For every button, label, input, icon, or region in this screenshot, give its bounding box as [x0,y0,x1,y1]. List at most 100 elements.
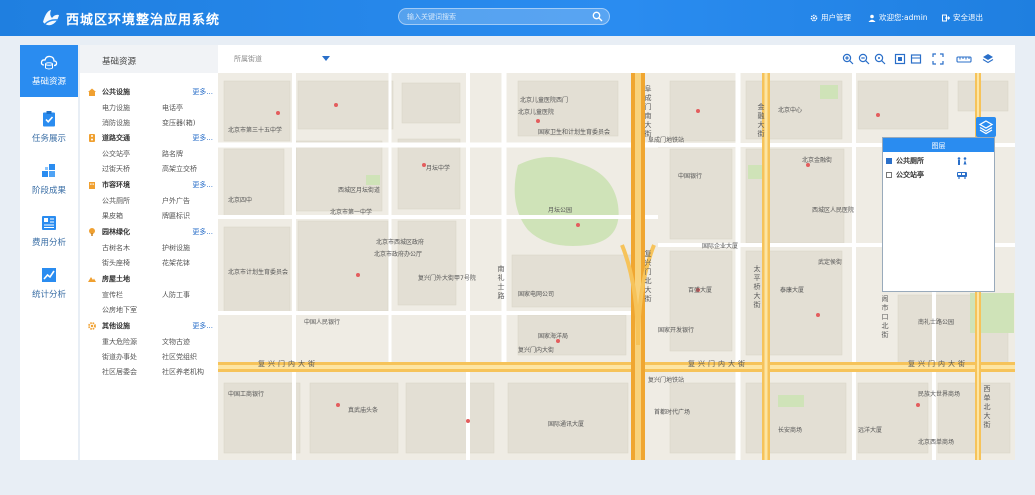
more-link[interactable]: 更多... [192,87,213,97]
measure-icon[interactable] [956,53,972,65]
place-label: 国家开发银行 [658,327,695,334]
place-label: 北京市西城区政府 [376,239,425,246]
layer-checkbox[interactable] [886,158,892,164]
category-other-facilities[interactable]: 其他设施 更多... [88,321,213,332]
search-box[interactable] [398,8,610,25]
user-management-label: 用户管理 [821,13,851,22]
rail-item-cost-analysis[interactable]: 费用分析 [20,206,78,258]
layer-toggle-button[interactable] [976,117,996,137]
category-landscaping[interactable]: 园林绿化 更多... [88,227,213,238]
place-label: 北京西单商场 [918,439,955,446]
place-label: 北京金融街 [802,157,833,164]
panel-title: 基础资源 [80,45,218,73]
app-title: 西城区环境整治应用系统 [66,13,221,28]
resource-item[interactable]: 公共厕所 [102,196,130,206]
resource-item[interactable]: 电话亭 [162,103,183,113]
resource-item[interactable]: 护树设施 [162,243,190,253]
clipboard-check-icon [43,111,55,127]
road-label: 太平桥大街 [753,265,761,310]
district-dropdown[interactable]: 所属街道 [234,54,330,66]
zoom-in-icon[interactable] [842,53,854,65]
resource-item[interactable]: 高架立交桥 [162,164,197,174]
resource-item[interactable]: 变压器(箱) [162,118,195,128]
resource-item[interactable]: 公交站亭 [102,149,130,159]
resource-item[interactable]: 花架花钵 [162,258,190,268]
search-icon[interactable] [592,11,603,22]
category-public-facilities[interactable]: 公共设施 更多... [88,87,213,98]
resource-item[interactable]: 消防设施 [102,118,130,128]
tree-icon [89,228,95,236]
land-icon [88,277,96,282]
logout-label: 安全退出 [953,13,983,22]
resource-item[interactable]: 街头座椅 [102,258,130,268]
legend-row-bus-stop[interactable]: 公交站亭 [886,170,994,180]
place-label: 国家海洋局 [538,333,569,340]
resource-item[interactable]: 重大危险源 [102,337,137,347]
resource-item[interactable]: 过街天桥 [102,164,130,174]
layer-checkbox[interactable] [886,172,892,178]
rail-item-task-display[interactable]: 任务展示 [20,102,78,154]
rail-label: 统计分析 [31,290,66,300]
resource-item[interactable]: 社区居委会 [102,367,137,377]
place-label: 复兴门地铁站 [648,377,685,384]
category-road-traffic[interactable]: 道路交通 更多... [88,133,213,144]
place-label: 长安商场 [778,427,803,434]
map-view[interactable]: 复兴门内大街 复兴门内大街 复兴门内大街 阜成门南大街 复兴门北大街 南礼士路 … [218,45,1015,460]
rail-item-phase-results[interactable]: 阶段成果 [20,154,78,206]
place-label: 中国银行 [678,173,703,180]
layers-icon[interactable] [982,53,994,65]
user-management-link[interactable]: 用户管理 [810,12,851,23]
road-label: 武定侯街 [818,259,843,266]
welcome-user: 欢迎您:admin [868,12,928,23]
place-label: 复兴门内大街 [518,347,555,354]
rail-item-basic-resources[interactable]: 基础资源 [20,45,78,97]
more-link[interactable]: 更多... [192,133,213,143]
resource-item[interactable]: 文物古迹 [162,337,190,347]
app-header: 西城区环境整治应用系统 用户管理 欢迎您:admin 安全退出 [0,0,1035,36]
category-label: 道路交通 [102,134,130,142]
more-link[interactable]: 更多... [192,227,213,237]
search-input[interactable] [407,10,587,24]
logout-link[interactable]: 安全退出 [942,12,983,23]
category-label: 市容环境 [102,181,130,189]
zoom-reset-icon[interactable] [874,53,886,65]
place-label: 国际通讯大厦 [548,421,585,428]
road-label: 金融大街 [757,103,765,139]
building-icon [89,182,95,189]
resource-item[interactable]: 户外广告 [162,196,190,206]
resource-item[interactable]: 宣传栏 [102,290,123,300]
resource-item[interactable]: 社区养老机构 [162,367,204,377]
resource-item[interactable]: 街道办事处 [102,352,137,362]
rail-label: 任务展示 [31,134,66,144]
zoom-out-icon[interactable] [858,53,870,65]
place-label: 阜成门地铁站 [648,137,685,144]
legend-title: 图层 [883,138,994,152]
resource-item[interactable]: 社区党组织 [162,352,197,362]
frame-icon[interactable] [910,53,922,65]
legend-row-public-toilet[interactable]: 公共厕所 [886,156,994,166]
full-extent-icon[interactable] [894,53,906,65]
rail-item-statistics[interactable]: 统计分析 [20,258,78,310]
resource-item[interactable]: 电力设施 [102,103,130,113]
place-label: 中国人民银行 [304,319,341,326]
resource-item[interactable]: 公房地下室 [102,305,137,315]
place-label: 北京市计划生育委员会 [228,269,289,276]
more-link[interactable]: 更多... [192,321,213,331]
place-label: 北京市第一中学 [330,209,373,216]
resource-item[interactable]: 古树名木 [102,243,130,253]
category-city-environment[interactable]: 市容环境 更多... [88,180,213,191]
resource-item[interactable]: 果皮箱 [102,211,123,221]
map-toolbar: 所属街道 [218,45,1015,73]
road-label: 南礼士路 [497,265,505,301]
fullscreen-icon[interactable] [932,53,944,65]
category-housing-land[interactable]: 房屋土地 [88,274,213,285]
resource-item[interactable]: 牌匾标识 [162,211,190,221]
place-label: 北京市政府办公厅 [374,251,423,258]
stacked-cubes-icon [42,164,55,177]
more-link[interactable]: 更多... [192,180,213,190]
resource-item[interactable]: 人防工事 [162,290,190,300]
resource-item[interactable]: 路名牌 [162,149,183,159]
place-label: 复兴门外大街甲7号院 [418,275,476,282]
layers-icon [978,120,994,135]
place-label: 月坛中学 [426,165,451,172]
